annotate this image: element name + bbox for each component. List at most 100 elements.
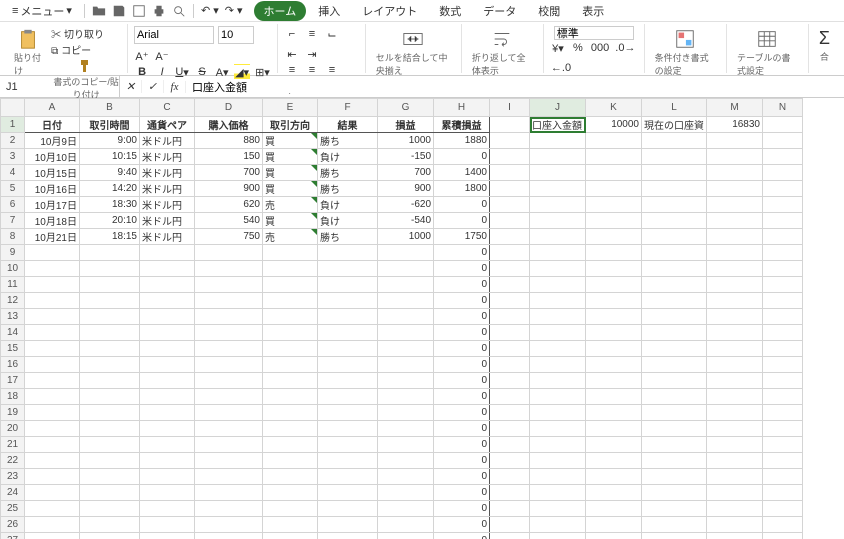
cell[interactable]: 0 (434, 149, 490, 165)
cell[interactable] (195, 405, 263, 421)
cell[interactable] (707, 133, 763, 149)
cell[interactable]: 10月10日 (25, 149, 80, 165)
cell[interactable]: 結果 (318, 117, 378, 133)
cell[interactable] (378, 261, 434, 277)
cell[interactable] (642, 149, 707, 165)
row-header[interactable]: 15 (1, 341, 25, 357)
cell[interactable]: 10月16日 (25, 181, 80, 197)
cell[interactable] (490, 453, 530, 469)
cell[interactable] (642, 309, 707, 325)
cell[interactable]: 10月18日 (25, 213, 80, 229)
cell[interactable]: 20:10 (80, 213, 140, 229)
cell[interactable] (642, 229, 707, 245)
cell[interactable] (25, 533, 80, 539)
cell[interactable]: 0 (434, 421, 490, 437)
cell[interactable]: 通貨ペア (140, 117, 195, 133)
cell[interactable]: 0 (434, 197, 490, 213)
cell[interactable] (642, 421, 707, 437)
cell[interactable] (763, 469, 803, 485)
cell[interactable] (642, 469, 707, 485)
cell[interactable] (642, 133, 707, 149)
cell[interactable] (378, 533, 434, 539)
cell[interactable] (378, 341, 434, 357)
cell[interactable] (80, 453, 140, 469)
row-header[interactable]: 13 (1, 309, 25, 325)
row-header[interactable]: 7 (1, 213, 25, 229)
cell[interactable]: 10月15日 (25, 165, 80, 181)
preview-icon[interactable] (171, 3, 187, 19)
cell[interactable] (318, 341, 378, 357)
col-header[interactable]: A (25, 99, 80, 117)
cell[interactable] (80, 405, 140, 421)
print-icon[interactable] (151, 3, 167, 19)
indent-inc-icon[interactable]: ⇥ (304, 46, 320, 62)
row-header[interactable]: 22 (1, 453, 25, 469)
col-header[interactable]: C (140, 99, 195, 117)
cell[interactable] (530, 373, 586, 389)
cell[interactable] (25, 277, 80, 293)
cell[interactable] (140, 421, 195, 437)
cell[interactable] (763, 341, 803, 357)
cell[interactable] (707, 373, 763, 389)
cell[interactable]: 9:40 (80, 165, 140, 181)
dec-dec-icon[interactable]: ←.0 (550, 60, 572, 76)
cell[interactable] (80, 277, 140, 293)
cell[interactable] (80, 293, 140, 309)
save-icon[interactable] (111, 3, 127, 19)
cell[interactable] (530, 469, 586, 485)
cell[interactable] (586, 485, 642, 501)
cell[interactable] (25, 245, 80, 261)
row-header[interactable]: 25 (1, 501, 25, 517)
cell[interactable] (140, 453, 195, 469)
cell[interactable] (530, 485, 586, 501)
cell[interactable] (763, 373, 803, 389)
formula-input[interactable] (186, 81, 844, 93)
cell[interactable] (80, 533, 140, 539)
cell[interactable] (80, 245, 140, 261)
cell[interactable] (707, 533, 763, 539)
cell[interactable] (263, 469, 318, 485)
indent-dec-icon[interactable]: ⇤ (284, 46, 300, 62)
cell[interactable] (707, 421, 763, 437)
cell[interactable] (378, 293, 434, 309)
cell[interactable] (25, 453, 80, 469)
cell[interactable] (195, 261, 263, 277)
cell[interactable]: 1000 (378, 229, 434, 245)
align-bottom-icon[interactable]: ⌙ (324, 26, 340, 42)
col-header[interactable]: H (434, 99, 490, 117)
tab-view[interactable]: 表示 (572, 1, 614, 21)
cell[interactable] (318, 405, 378, 421)
cell[interactable] (80, 469, 140, 485)
cell[interactable] (763, 149, 803, 165)
cell[interactable]: 0 (434, 501, 490, 517)
cell[interactable] (140, 389, 195, 405)
cell[interactable] (140, 469, 195, 485)
cell[interactable]: 米ドル円 (140, 133, 195, 149)
cell[interactable] (490, 485, 530, 501)
cell[interactable] (586, 293, 642, 309)
cell[interactable] (707, 453, 763, 469)
cell[interactable] (140, 437, 195, 453)
cell[interactable] (530, 213, 586, 229)
row-header[interactable]: 11 (1, 277, 25, 293)
cell[interactable]: 買 (263, 149, 318, 165)
cell[interactable]: 18:15 (80, 229, 140, 245)
cell[interactable] (586, 517, 642, 533)
cell[interactable]: 売 (263, 229, 318, 245)
cell[interactable]: 1750 (434, 229, 490, 245)
cell[interactable] (25, 421, 80, 437)
font-size-select[interactable] (218, 26, 254, 44)
row-header[interactable]: 6 (1, 197, 25, 213)
cell[interactable] (263, 341, 318, 357)
cell[interactable] (378, 245, 434, 261)
cell[interactable] (318, 437, 378, 453)
cell[interactable] (490, 117, 530, 133)
cell[interactable] (25, 517, 80, 533)
cell[interactable]: 750 (195, 229, 263, 245)
cell[interactable] (586, 533, 642, 539)
cell[interactable]: 0 (434, 533, 490, 539)
cell[interactable] (763, 261, 803, 277)
row-header[interactable]: 5 (1, 181, 25, 197)
cell[interactable]: 1400 (434, 165, 490, 181)
cell[interactable]: 負け (318, 213, 378, 229)
